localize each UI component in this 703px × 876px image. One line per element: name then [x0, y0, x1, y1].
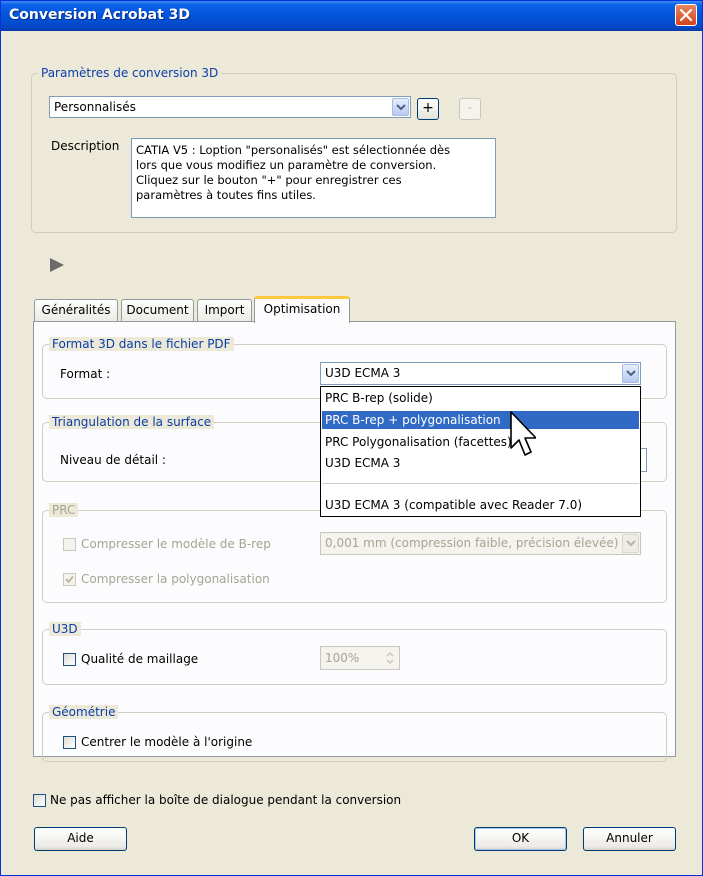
conversion-settings-legend: Paramètres de conversion 3D — [38, 66, 222, 80]
mesh-quality-label: Qualité de maillage — [81, 652, 199, 666]
format-group-legend: Format 3D dans le fichier PDF — [49, 337, 234, 351]
add-preset-button[interactable]: + — [417, 98, 439, 120]
mouse-pointer-icon — [510, 411, 537, 463]
description-line: lors que vous modifiez un paramètre de c… — [136, 158, 437, 172]
compression-select[interactable]: 0,001 mm (compression faible, précision … — [320, 532, 641, 555]
detail-level-label: Niveau de détail : — [60, 453, 166, 467]
description-text: CATIA V5 : Loption "personalisés" est sé… — [131, 138, 496, 218]
help-button[interactable]: Aide — [34, 827, 127, 851]
compress-brep-label: Compresser le modèle de B-rep — [81, 537, 271, 551]
mesh-quality-value: 100% — [325, 651, 360, 665]
format-option[interactable]: PRC Polygonalisation (facettes) — [322, 433, 639, 451]
preset-dropdown-button[interactable] — [392, 98, 409, 116]
no-dialog-checkbox[interactable] — [33, 794, 46, 807]
description-line: paramètres à toutes fins utiles. — [136, 188, 316, 202]
no-dialog-label: Ne pas afficher la boîte de dialogue pen… — [50, 793, 402, 807]
chevron-down-icon — [626, 540, 636, 547]
format-dropdown-list: PRC B-rep (solide) PRC B-rep + polygonal… — [320, 386, 641, 517]
compression-dropdown-button[interactable] — [622, 534, 639, 553]
checkmark-icon — [65, 575, 74, 584]
spinner-arrows-icon[interactable] — [385, 650, 395, 666]
title-bar[interactable]: Conversion Acrobat 3D — [1, 1, 702, 31]
format-value: U3D ECMA 3 — [325, 366, 401, 380]
format-option[interactable]: U3D ECMA 3 (compatible avec Reader 7.0) — [322, 496, 639, 514]
window-title: Conversion Acrobat 3D — [9, 7, 191, 23]
preset-value: Personnalisés — [54, 100, 136, 114]
compress-poly-checkbox[interactable] — [63, 573, 76, 586]
triangulation-legend: Triangulation de la surface — [49, 415, 215, 429]
format-option[interactable]: U3D ECMA 3 — [322, 454, 639, 472]
format-option[interactable]: PRC B-rep (solide) — [322, 389, 639, 407]
close-button[interactable] — [675, 4, 697, 26]
dialog-window: Conversion Acrobat 3D Paramètres de conv… — [0, 0, 703, 876]
center-model-label: Centrer le modèle à l'origine — [81, 735, 253, 749]
list-separator — [322, 483, 639, 484]
tab-generalites[interactable]: Généralités — [34, 299, 118, 321]
geometry-legend: Géométrie — [49, 705, 119, 719]
preset-select[interactable]: Personnalisés — [49, 96, 411, 118]
u3d-legend: U3D — [49, 622, 81, 636]
mesh-quality-checkbox[interactable] — [63, 653, 76, 666]
prc-group: PRC — [42, 503, 667, 603]
tab-import[interactable]: Import — [197, 299, 252, 321]
mesh-quality-input[interactable]: 100% — [320, 646, 400, 670]
description-label: Description — [51, 139, 120, 153]
compression-value: 0,001 mm (compression faible, précision … — [325, 536, 619, 550]
compress-poly-label: Compresser la polygonalisation — [81, 572, 270, 586]
description-line: CATIA V5 : Loption "personalisés" est sé… — [136, 143, 451, 157]
expand-arrow-icon[interactable] — [49, 257, 65, 277]
tab-optimisation[interactable]: Optimisation — [254, 296, 350, 323]
chevron-down-icon — [626, 370, 636, 377]
remove-preset-button[interactable]: - — [459, 98, 481, 120]
prc-legend: PRC — [49, 503, 79, 517]
format-dropdown-button[interactable] — [622, 364, 639, 383]
ok-button[interactable]: OK — [474, 827, 567, 851]
center-model-checkbox[interactable] — [63, 736, 76, 749]
compress-brep-checkbox[interactable] — [63, 538, 76, 551]
format-option-selected[interactable]: PRC B-rep + polygonalisation — [322, 411, 639, 429]
description-line: Cliquez sur le bouton "+" pour enregistr… — [136, 173, 402, 187]
format-label: Format : — [60, 367, 111, 381]
chevron-down-icon — [396, 104, 406, 111]
tab-document[interactable]: Document — [121, 299, 194, 321]
format-select[interactable]: U3D ECMA 3 — [320, 362, 641, 385]
cancel-button[interactable]: Annuler — [583, 827, 676, 851]
close-icon — [680, 9, 692, 21]
